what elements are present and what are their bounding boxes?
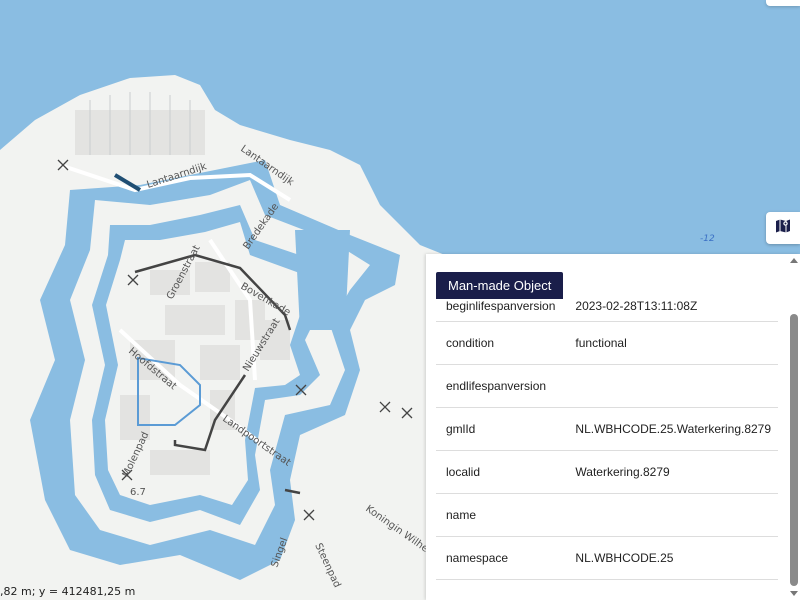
attribute-key: name: [436, 493, 566, 537]
attribute-table: beginlifespanversion 2023-02-28T13:11:08Z…: [436, 299, 778, 580]
map-layers-button[interactable]: [766, 212, 800, 244]
attribute-value: 2023-02-28T13:11:08Z: [565, 299, 778, 322]
depth-label: -12: [700, 234, 715, 244]
table-row: condition functional: [436, 321, 778, 365]
attribute-key: beginlifespanversion: [436, 299, 566, 322]
panel-tab-man-made-object[interactable]: Man-made Object: [436, 272, 564, 299]
coordinate-readout: ,82 m; y = 412481,25 m: [0, 585, 136, 598]
attribute-table-wrap: beginlifespanversion 2023-02-28T13:11:08Z…: [436, 299, 778, 600]
attribute-key: endlifespanversion: [436, 364, 566, 408]
map-control-top[interactable]: [766, 0, 800, 6]
attribute-value: [565, 364, 778, 408]
attribute-value: Waterkering.8279: [565, 450, 778, 494]
scrollbar-thumb[interactable]: [790, 314, 798, 586]
scroll-up-arrow-icon[interactable]: [790, 258, 798, 263]
attribute-value: NL.WBHCODE.25.Waterkering.8279: [565, 407, 778, 451]
table-row: endlifespanversion: [436, 364, 778, 408]
spot-height-label: 6.7: [130, 487, 146, 498]
attribute-key: localid: [436, 450, 566, 494]
attribute-key: namespace: [436, 536, 566, 580]
attribute-value: [565, 493, 778, 537]
panel-scrollbar[interactable]: [788, 254, 800, 600]
scroll-down-arrow-icon[interactable]: [790, 591, 798, 596]
attribute-value: functional: [565, 321, 778, 365]
attribute-key: gmlId: [436, 407, 566, 451]
attribute-value: NL.WBHCODE.25: [565, 536, 778, 580]
table-row: namespace NL.WBHCODE.25: [436, 536, 778, 580]
table-row: gmlId NL.WBHCODE.25.Waterkering.8279: [436, 407, 778, 451]
map-icon: [775, 218, 791, 239]
table-row: beginlifespanversion 2023-02-28T13:11:08Z: [436, 299, 778, 322]
table-row: localid Waterkering.8279: [436, 450, 778, 494]
table-row: name: [436, 493, 778, 537]
attribute-key: condition: [436, 321, 566, 365]
feature-info-panel: Man-made Object beginlifespanversion 2023…: [426, 254, 800, 600]
